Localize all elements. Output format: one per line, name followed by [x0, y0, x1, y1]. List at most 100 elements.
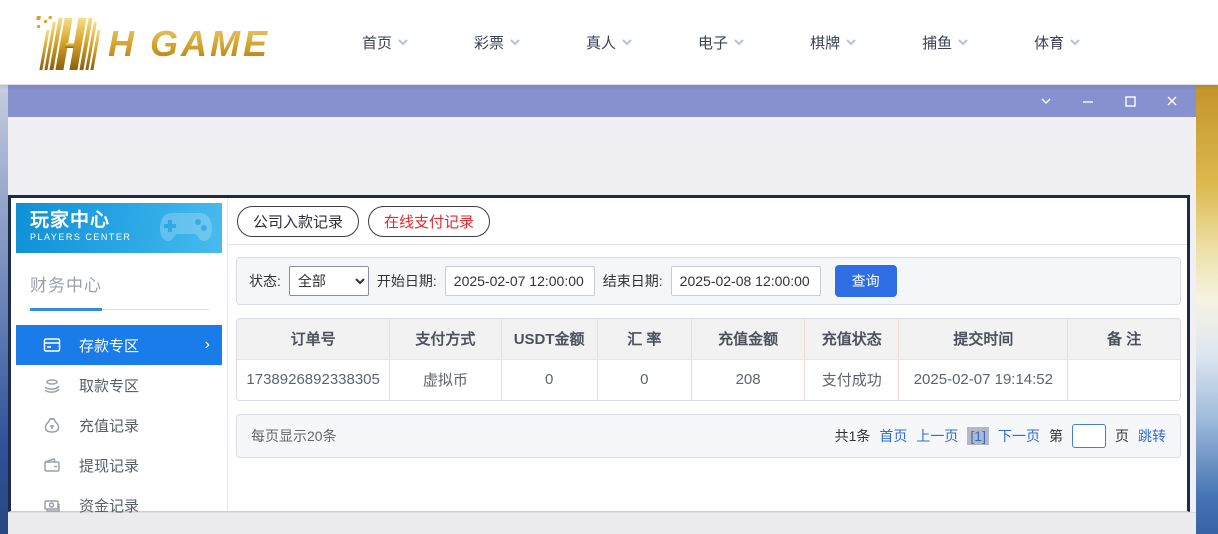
goto-button[interactable]: 跳转 [1138, 426, 1166, 446]
site-logo[interactable]: H GAME [30, 12, 300, 72]
sidebar-item-withdraw-zone[interactable]: 取款专区 [16, 365, 227, 405]
main-nav: 首页 彩票 真人 电子 棋牌 捕鱼 [362, 32, 1080, 53]
gamepad-icon [158, 209, 214, 245]
chevron-down-icon [1039, 94, 1053, 108]
col-order-number: 订单号 [237, 319, 390, 359]
chevron-down-icon [510, 37, 520, 47]
total-count-text: 共1条 [835, 426, 871, 446]
col-exchange-rate: 汇 率 [597, 319, 691, 359]
cell-remark [1068, 359, 1180, 400]
nav-item-lottery[interactable]: 彩票 [474, 32, 520, 53]
section-divider [30, 308, 213, 311]
nav-label: 捕鱼 [922, 32, 952, 53]
window-titlebar [8, 85, 1196, 117]
chevron-down-icon [622, 37, 632, 47]
nav-label: 棋牌 [810, 32, 840, 53]
status-label: 状态: [249, 271, 281, 291]
nav-label: 首页 [362, 32, 392, 53]
banknotes-icon [42, 495, 62, 515]
window-collapse-button[interactable] [1038, 93, 1054, 109]
nav-item-slots[interactable]: 电子 [698, 32, 744, 53]
goto-page-input[interactable] [1072, 424, 1106, 448]
close-icon [1165, 94, 1179, 108]
records-table: 订单号 支付方式 USDT金额 汇 率 充值金额 充值状态 提交时间 备 注 [237, 319, 1180, 400]
wallet-icon [42, 455, 62, 475]
nav-item-fishing[interactable]: 捕鱼 [922, 32, 968, 53]
chevron-down-icon [398, 37, 408, 47]
chevron-down-icon [1070, 37, 1080, 47]
window-close-button[interactable] [1164, 93, 1180, 109]
player-center-panel: 玩家中心 PLAYERS CENTER 财务中心 存款专区 › [8, 195, 1190, 512]
sidebar-item-label: 充值记录 [79, 415, 139, 436]
status-select[interactable]: 全部 [289, 266, 369, 296]
deposit-card-icon [42, 335, 62, 355]
window-minimize-button[interactable] [1080, 93, 1096, 109]
prev-page-link[interactable]: 上一页 [916, 426, 958, 446]
hand-coins-icon [42, 375, 62, 395]
cell-payment-method: 虚拟币 [390, 359, 501, 400]
next-page-link[interactable]: 下一页 [998, 426, 1040, 446]
nav-label: 电子 [698, 32, 728, 53]
cell-order-number: 1738926892338305 [237, 359, 390, 400]
sidebar-item-label: 存款专区 [79, 335, 139, 356]
sidebar-section-title: 财务中心 [30, 271, 213, 296]
chevron-down-icon [734, 37, 744, 47]
sidebar: 玩家中心 PLAYERS CENTER 财务中心 存款专区 › [11, 198, 227, 511]
record-tabs: 公司入款记录 在线支付记录 [228, 198, 1187, 245]
goto-suffix-label: 页 [1115, 426, 1129, 446]
background-strip-left [0, 85, 8, 534]
cell-recharge-status: 支付成功 [805, 359, 899, 400]
start-date-input[interactable] [445, 266, 595, 296]
sidebar-section: 财务中心 [16, 253, 227, 321]
nav-label: 体育 [1034, 32, 1064, 53]
sidebar-item-label: 取款专区 [79, 375, 139, 396]
sidebar-item-label: 资金记录 [79, 495, 139, 516]
col-recharge-status: 充值状态 [805, 319, 899, 359]
cell-submit-time: 2025-02-07 19:14:52 [899, 359, 1068, 400]
logo-mark-icon [25, 16, 113, 72]
col-submit-time: 提交时间 [899, 319, 1068, 359]
app-window: H GAME 首页 彩票 真人 电子 棋牌 [0, 0, 1218, 534]
sidebar-item-recharge-records[interactable]: 充值记录 [16, 405, 227, 445]
tab-online-payment-records[interactable]: 在线支付记录 [368, 206, 490, 237]
sidebar-item-fund-records[interactable]: 资金记录 [16, 485, 227, 525]
sidebar-item-label: 提现记录 [79, 455, 139, 476]
chevron-right-icon: › [205, 337, 210, 353]
window-maximize-button[interactable] [1122, 93, 1138, 109]
minimize-icon [1081, 94, 1095, 108]
table-row: 1738926892338305 虚拟币 0 0 208 支付成功 2025-0… [237, 359, 1180, 400]
chevron-down-icon [846, 37, 856, 47]
pagination-bar: 每页显示20条 共1条 首页 上一页 [1] 下一页 第 页 跳转 [236, 414, 1181, 458]
pagination-controls: 共1条 首页 上一页 [1] 下一页 第 页 跳转 [835, 424, 1166, 448]
background-strip-right [1196, 85, 1218, 534]
cell-usdt-amount: 0 [501, 359, 597, 400]
money-bag-icon [42, 415, 62, 435]
start-date-label: 开始日期: [377, 271, 437, 291]
end-date-input[interactable] [671, 266, 821, 296]
nav-label: 真人 [586, 32, 616, 53]
sidebar-item-withdraw-records[interactable]: 提现记录 [16, 445, 227, 485]
chevron-down-icon [958, 37, 968, 47]
nav-item-live[interactable]: 真人 [586, 32, 632, 53]
sidebar-item-deposit-zone[interactable]: 存款专区 › [16, 325, 222, 365]
site-header: H GAME 首页 彩票 真人 电子 棋牌 [0, 0, 1218, 85]
page-size-text: 每页显示20条 [251, 426, 337, 446]
nav-item-chess[interactable]: 棋牌 [810, 32, 856, 53]
query-button[interactable]: 查询 [835, 265, 897, 297]
main-content: 公司入款记录 在线支付记录 状态: 全部 开始日期: 结束日期: 查询 [227, 198, 1187, 511]
nav-item-home[interactable]: 首页 [362, 32, 408, 53]
nav-label: 彩票 [474, 32, 504, 53]
col-payment-method: 支付方式 [390, 319, 501, 359]
col-remark: 备 注 [1068, 319, 1180, 359]
sidebar-header: 玩家中心 PLAYERS CENTER [16, 203, 222, 253]
nav-item-sports[interactable]: 体育 [1034, 32, 1080, 53]
logo-text: H GAME [108, 16, 270, 72]
tab-company-deposit-records[interactable]: 公司入款记录 [237, 206, 359, 237]
col-recharge-amount: 充值金额 [692, 319, 805, 359]
cell-recharge-amount: 208 [692, 359, 805, 400]
current-page-indicator: [1] [967, 427, 989, 445]
first-page-link[interactable]: 首页 [879, 426, 907, 446]
end-date-label: 结束日期: [603, 271, 663, 291]
maximize-icon [1123, 94, 1137, 108]
goto-prefix-label: 第 [1049, 426, 1063, 446]
